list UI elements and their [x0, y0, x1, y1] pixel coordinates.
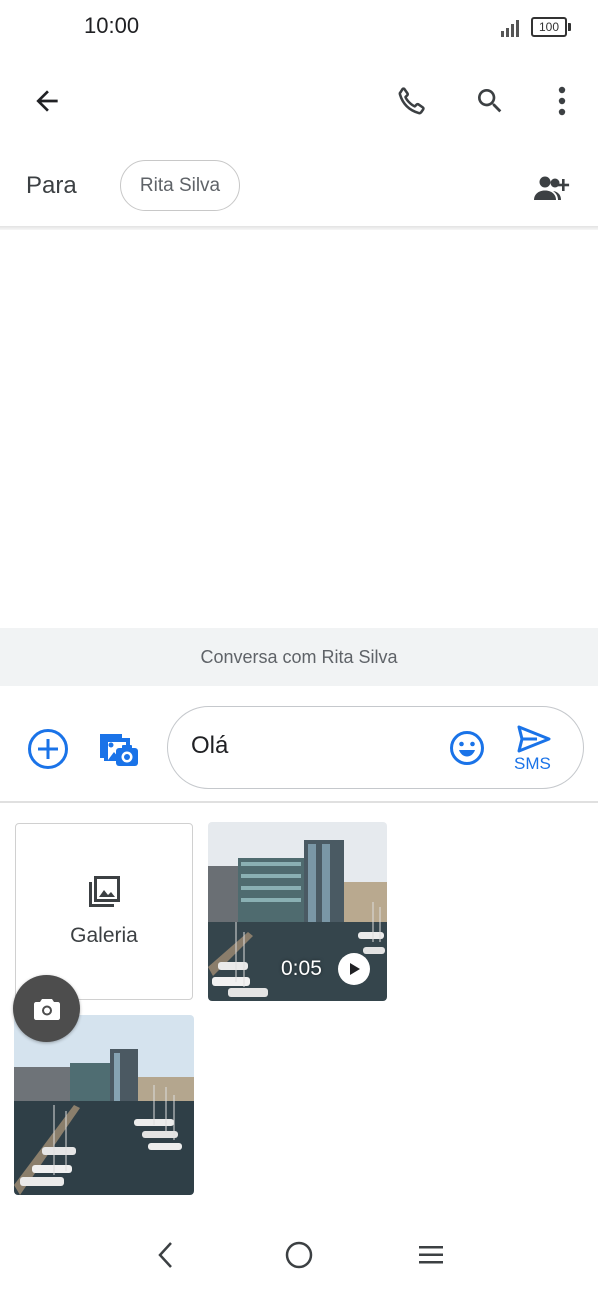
gallery-label: Galeria [70, 924, 138, 947]
message-input[interactable]: Olá [191, 732, 228, 760]
phone-icon [398, 87, 425, 115]
conversation-banner-text: Conversa com Rita Silva [200, 646, 398, 667]
photo-thumbnail[interactable] [14, 1015, 194, 1195]
emoji-icon [450, 731, 484, 765]
camera-button[interactable] [13, 975, 80, 1042]
header-divider [0, 226, 598, 230]
nav-recents-icon [419, 1246, 443, 1264]
add-recipient-button[interactable] [528, 168, 574, 208]
camera-icon [33, 998, 60, 1020]
add-person-icon [534, 176, 570, 200]
send-button[interactable] [512, 722, 556, 756]
compose-divider [0, 801, 598, 803]
harbour-photo-image [14, 1015, 194, 1195]
gallery-camera-icon [100, 734, 138, 766]
more-vert-icon [558, 86, 566, 116]
play-icon [350, 963, 360, 975]
back-icon [36, 90, 58, 112]
back-button[interactable] [24, 78, 70, 124]
search-button[interactable] [467, 78, 513, 124]
signal-icon [501, 20, 519, 37]
recipient-chip[interactable]: Rita Silva [120, 160, 240, 211]
send-type-label: SMS [514, 754, 551, 773]
search-icon [478, 89, 502, 113]
attach-button[interactable] [26, 727, 70, 771]
more-options-button[interactable] [540, 78, 584, 124]
nav-recents-button[interactable] [411, 1235, 451, 1275]
call-button[interactable] [389, 78, 435, 124]
nav-home-icon [285, 1241, 313, 1269]
nav-home-button[interactable] [279, 1235, 319, 1275]
nav-back-button[interactable] [146, 1235, 186, 1275]
media-picker-button[interactable] [96, 727, 140, 771]
send-icon [517, 725, 551, 753]
gallery-icon [89, 876, 120, 907]
battery-indicator: 100 [531, 17, 567, 37]
video-duration: 0:05 [281, 957, 322, 980]
conversation-banner: Conversa com Rita Silva [0, 628, 598, 686]
play-button[interactable] [338, 953, 370, 985]
add-circle-icon [28, 729, 68, 769]
to-label: Para [26, 172, 77, 199]
emoji-button[interactable] [446, 727, 488, 769]
battery-tip [568, 23, 571, 31]
status-time: 10:00 [84, 13, 140, 38]
gallery-tile[interactable] [15, 823, 193, 1000]
nav-back-icon [158, 1242, 172, 1268]
